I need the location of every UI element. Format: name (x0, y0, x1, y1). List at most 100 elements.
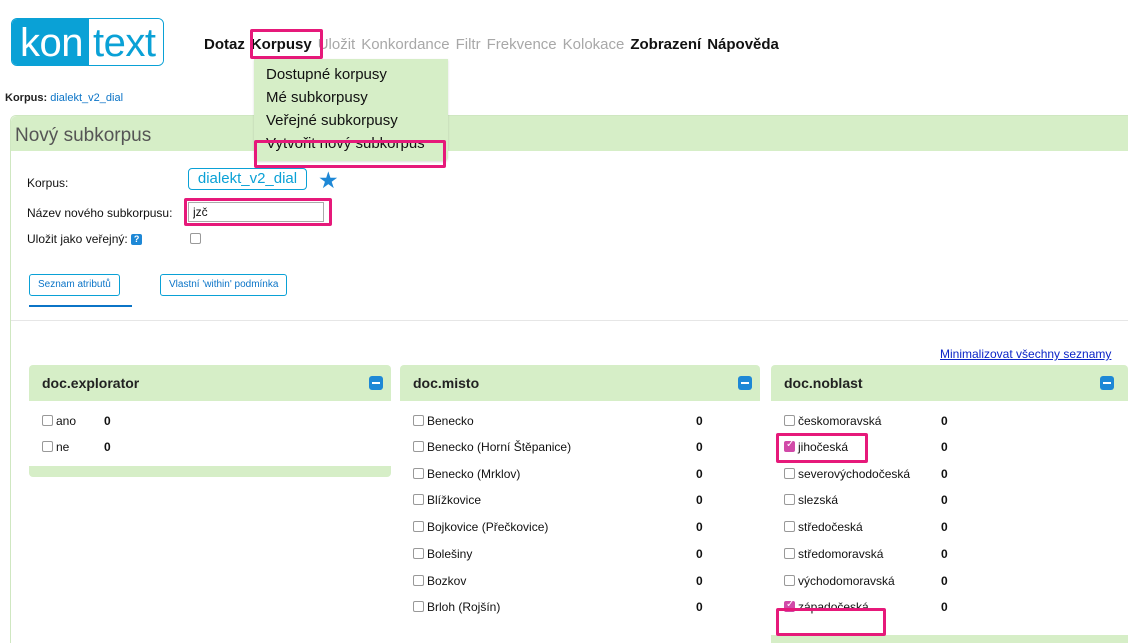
value-checkbox[interactable] (784, 439, 795, 452)
menu-item-my-subcorpora[interactable]: Mé subkorpusy (254, 86, 448, 109)
value-checkbox[interactable] (784, 468, 795, 479)
current-corpus-link[interactable]: dialekt_v2_dial (50, 92, 123, 104)
value-checkbox[interactable] (42, 441, 53, 452)
value-checkbox[interactable] (413, 548, 424, 559)
active-tab-indicator (29, 305, 132, 307)
list-item: slezská 0 (771, 490, 1128, 510)
value-count: 0 (696, 600, 703, 614)
public-label: Uložit jako veřejný: ? (27, 232, 143, 246)
value-count: 0 (941, 467, 948, 481)
value-count: 0 (941, 493, 948, 507)
menu-konkordance[interactable]: Konkordance (361, 36, 449, 53)
corpus-label: Korpus: (27, 176, 69, 190)
list-item: západočeská 0 (771, 597, 1128, 617)
list-item: jihočeská 0 (771, 437, 1128, 457)
value-count: 0 (696, 467, 703, 481)
list-item: Bolešiny 0 (400, 544, 760, 564)
list-item: Benecko (Horní Štěpanice) 0 (400, 437, 760, 457)
public-label-text: Uložit jako veřejný: (27, 232, 128, 246)
attr-box-title: doc.noblast (784, 375, 863, 391)
menu-item-public-subcorpora[interactable]: Veřejné subkorpusy (254, 109, 448, 132)
list-item: severovýchodočeská 0 (771, 464, 1128, 484)
value-label: západočeská (798, 600, 869, 614)
value-checkbox[interactable] (784, 548, 795, 559)
value-label: Bojkovice (Přečkovice) (427, 520, 549, 534)
menu-frekvence[interactable]: Frekvence (487, 36, 557, 53)
main-menu: Dotaz Korpusy Uložit Konkordance Filtr F… (204, 36, 785, 53)
value-label: Blížkovice (427, 493, 482, 507)
list-item: východomoravská 0 (771, 571, 1128, 591)
value-checkbox[interactable] (413, 575, 424, 586)
list-item: ne 0 (29, 437, 391, 457)
value-count: 0 (696, 493, 703, 507)
current-corpus-line: Korpus: dialekt_v2_dial (5, 92, 123, 104)
value-count: 0 (104, 440, 111, 454)
value-count: 0 (696, 440, 703, 454)
value-count: 0 (941, 574, 948, 588)
help-icon[interactable]: ? (131, 234, 143, 246)
attr-box-explorator: doc.explorator ano 0 ne 0 (29, 365, 391, 477)
tab-attribute-list[interactable]: Seznam atributů (29, 274, 120, 296)
corpus-selector[interactable]: dialekt_v2_dial (188, 168, 307, 190)
value-count: 0 (941, 547, 948, 561)
korpusy-dropdown: Dostupné korpusy Mé subkorpusy Veřejné s… (254, 59, 448, 161)
value-label: slezská (798, 493, 839, 507)
list-item: Benecko (Mrklov) 0 (400, 464, 760, 484)
menu-kolokace[interactable]: Kolokace (563, 36, 625, 53)
menu-zobrazeni[interactable]: Zobrazení (630, 36, 701, 53)
list-item: Bozkov 0 (400, 571, 760, 591)
panel-header (11, 116, 1128, 151)
value-checkbox[interactable] (413, 441, 424, 452)
subcorpus-name-input[interactable] (188, 202, 324, 222)
menu-ulozit[interactable]: Uložit (318, 36, 356, 53)
attr-box-body: ano 0 ne 0 (29, 401, 391, 466)
tab-within-condition[interactable]: Vlastní 'within' podmínka (160, 274, 288, 296)
logo-part-kon: kon (12, 19, 89, 65)
menu-korpusy[interactable]: Korpusy (251, 36, 312, 53)
star-icon[interactable]: ★ (318, 168, 339, 192)
value-checkbox[interactable] (784, 521, 795, 532)
attr-box-header: doc.noblast (771, 365, 1128, 401)
value-checkbox[interactable] (413, 601, 424, 612)
value-checkbox[interactable] (413, 468, 424, 479)
attr-box-title: doc.explorator (42, 375, 140, 391)
minimize-all-link[interactable]: Minimalizovat všechny seznamy (940, 347, 1111, 361)
minimize-icon[interactable] (738, 376, 752, 390)
menu-napoveda[interactable]: Nápověda (707, 36, 779, 53)
value-count: 0 (696, 574, 703, 588)
kontext-logo[interactable]: kon text (11, 18, 165, 66)
value-count: 0 (941, 520, 948, 534)
minimize-icon[interactable] (1100, 376, 1114, 390)
value-count: 0 (696, 520, 703, 534)
value-checkbox[interactable] (413, 415, 424, 426)
value-label: Bozkov (427, 574, 467, 588)
public-checkbox[interactable] (190, 233, 201, 244)
value-checkbox[interactable] (784, 575, 795, 586)
current-corpus-label: Korpus: (5, 92, 48, 104)
value-label: středočeská (798, 520, 863, 534)
value-label: Brloh (Rojšín) (427, 600, 501, 614)
value-count: 0 (941, 414, 948, 428)
menu-filtr[interactable]: Filtr (456, 36, 481, 53)
value-checkbox[interactable] (784, 599, 795, 612)
value-checkbox[interactable] (784, 494, 795, 505)
value-count: 0 (941, 600, 948, 614)
divider (11, 320, 1128, 321)
logo-part-text: text (89, 19, 164, 65)
attr-box-header: doc.explorator (29, 365, 391, 401)
value-label: ne (56, 440, 70, 454)
menu-item-new-subcorpus[interactable]: Vytvořit nový subkorpus (254, 132, 448, 155)
attr-box-body: českomoravská 0 jihočeská 0 severovýchodoč… (771, 401, 1128, 635)
value-checkbox[interactable] (413, 521, 424, 532)
minimize-icon[interactable] (369, 376, 383, 390)
value-label: Benecko (Mrklov) (427, 467, 521, 481)
list-item: středomoravská 0 (771, 544, 1128, 564)
value-label: Benecko (427, 414, 474, 428)
menu-item-available-corpora[interactable]: Dostupné korpusy (254, 63, 448, 86)
value-checkbox[interactable] (42, 415, 53, 426)
value-checkbox[interactable] (413, 494, 424, 505)
menu-dotaz[interactable]: Dotaz (204, 36, 245, 53)
value-checkbox[interactable] (784, 415, 795, 426)
list-item: Bojkovice (Přečkovice) 0 (400, 517, 760, 537)
list-item: Brloh (Rojšín) 0 (400, 597, 760, 617)
